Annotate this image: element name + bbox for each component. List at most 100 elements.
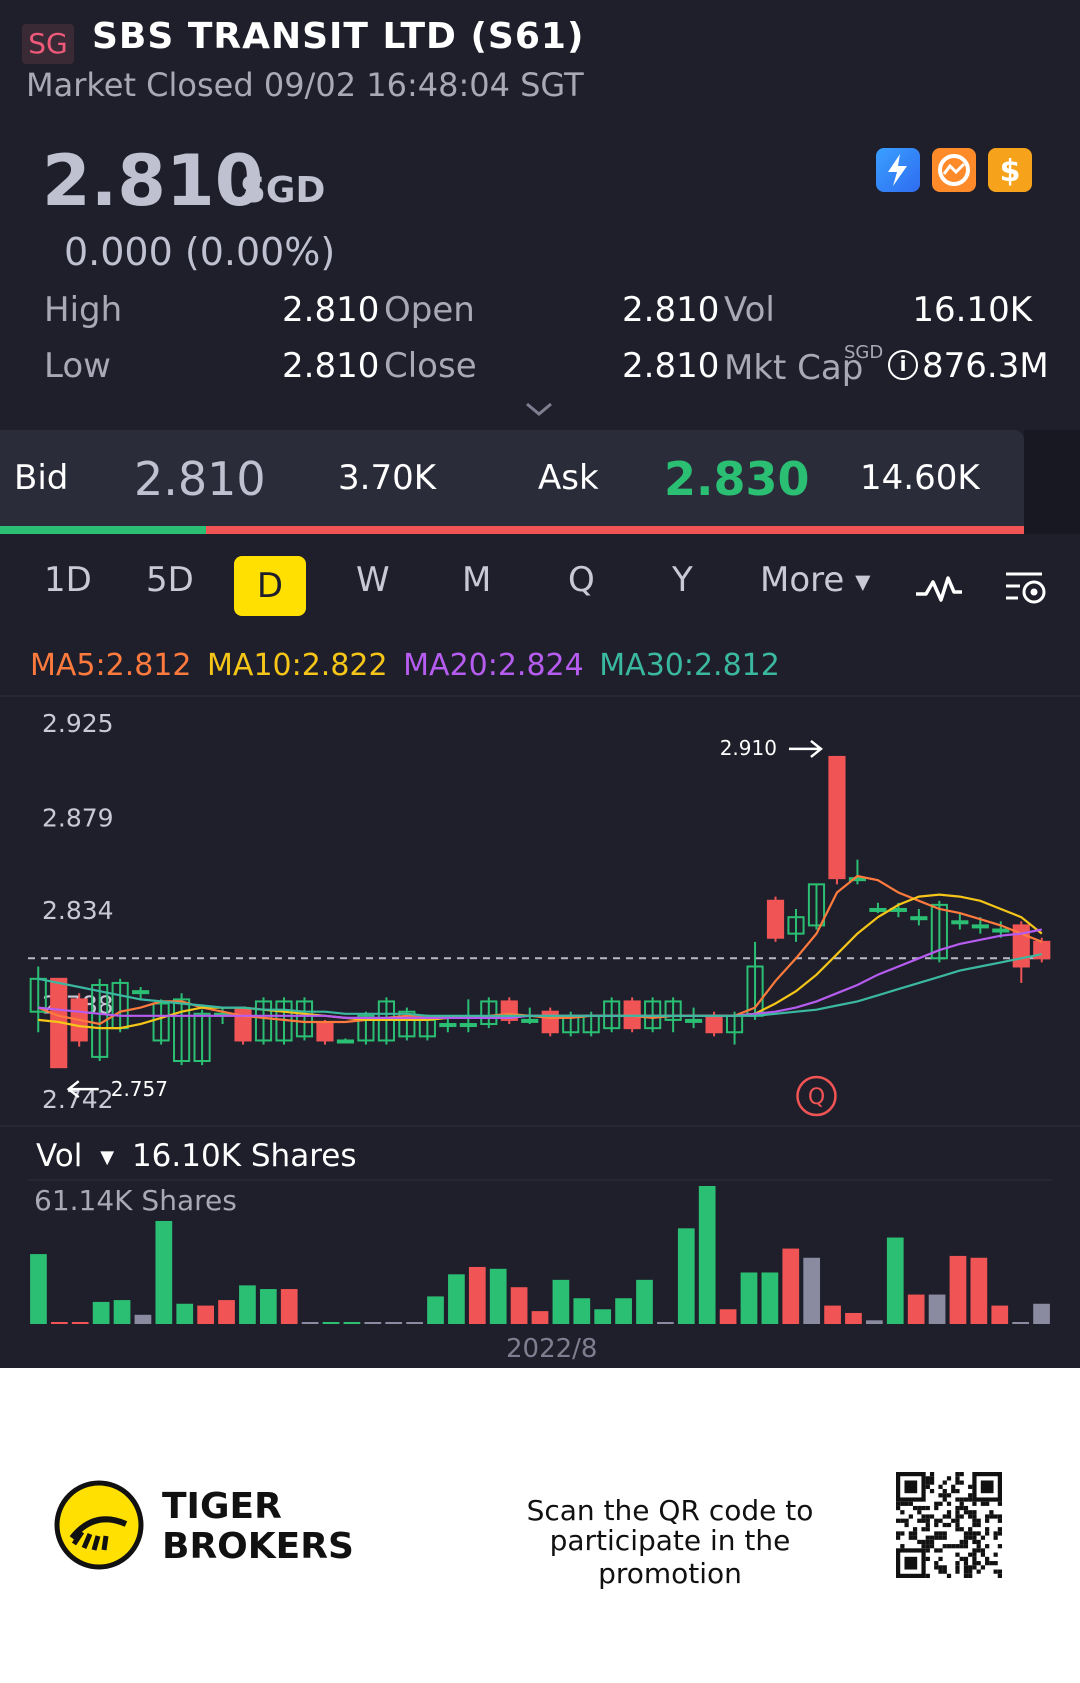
ma20-label: MA20:2.824 xyxy=(403,648,584,683)
qr-module xyxy=(972,1565,977,1570)
vol-label: Vol xyxy=(724,290,775,330)
qr-code[interactable] xyxy=(896,1472,1002,1578)
volume-bar xyxy=(928,1294,946,1324)
qr-module xyxy=(908,1535,913,1540)
qr-module xyxy=(955,1510,960,1515)
qr-module xyxy=(980,1535,986,1540)
candlestick-chart[interactable]: 2.9252.8792.8342.7882.7422.9102.757Q xyxy=(0,690,1080,1130)
qr-module xyxy=(942,1535,947,1540)
qr-module xyxy=(976,1561,981,1566)
qr-module xyxy=(951,1518,956,1523)
expand-chevron-icon[interactable] xyxy=(524,400,554,424)
tab-y[interactable]: Y xyxy=(672,560,693,600)
volume-selector[interactable]: Vol ▼ 16.10K Shares xyxy=(36,1138,357,1174)
qr-module xyxy=(925,1527,930,1532)
more-menu[interactable]: More ▼ xyxy=(760,560,871,600)
qr-module xyxy=(959,1544,964,1549)
qr-module xyxy=(985,1501,990,1506)
line-indicator-icon[interactable] xyxy=(914,570,964,610)
qr-module xyxy=(955,1514,960,1519)
qr-module xyxy=(917,1505,922,1511)
qr-module xyxy=(993,1535,998,1540)
qr-module xyxy=(929,1539,935,1545)
qr-module xyxy=(934,1505,939,1511)
qr-module xyxy=(963,1531,969,1536)
tab-5d[interactable]: 5D xyxy=(146,560,194,600)
qr-module xyxy=(955,1497,960,1502)
chart-settings-icon[interactable] xyxy=(1004,568,1048,614)
high-value: 2.810 xyxy=(282,290,380,330)
qr-module xyxy=(946,1522,952,1528)
y-tick-label: 2.879 xyxy=(42,804,114,833)
bid-size: 3.70K xyxy=(338,458,436,498)
qr-module xyxy=(925,1514,930,1519)
qr-module xyxy=(946,1573,952,1578)
high-label: High xyxy=(44,290,123,330)
candle xyxy=(685,1018,703,1023)
candle xyxy=(951,920,969,925)
volume-bar xyxy=(155,1220,173,1324)
dollar-icon[interactable]: $ xyxy=(988,148,1032,192)
volume-bar xyxy=(385,1322,403,1324)
tab-d[interactable]: D xyxy=(234,556,306,616)
qr-module xyxy=(959,1527,964,1532)
qr-module xyxy=(951,1544,956,1549)
tab-m[interactable]: M xyxy=(462,560,491,600)
qr-module xyxy=(985,1531,990,1536)
open-label: Open xyxy=(384,290,475,330)
lightning-icon[interactable] xyxy=(876,148,920,192)
qr-module xyxy=(921,1539,926,1545)
qr-module xyxy=(925,1535,930,1540)
qr-module xyxy=(972,1552,977,1557)
tab-w[interactable]: W xyxy=(356,560,390,600)
qr-module xyxy=(938,1518,943,1523)
qr-module xyxy=(963,1535,969,1540)
qr-module xyxy=(938,1556,943,1562)
volume-bar xyxy=(573,1298,591,1324)
qr-module xyxy=(989,1514,994,1519)
qr-module xyxy=(959,1556,964,1562)
bid-label: Bid xyxy=(14,458,69,498)
qr-module xyxy=(972,1501,977,1506)
tab-1d[interactable]: 1D xyxy=(44,560,92,600)
qr-module xyxy=(934,1531,939,1536)
x-axis-date-label: 2022/8 xyxy=(506,1334,598,1364)
qr-module xyxy=(896,1535,901,1540)
promo-text-line2: participate in the promotion xyxy=(549,1524,791,1590)
qr-module xyxy=(980,1552,986,1557)
qr-module xyxy=(934,1535,939,1540)
qr-module xyxy=(963,1573,969,1578)
qr-finder-core xyxy=(904,1480,918,1494)
qr-module xyxy=(934,1565,939,1570)
candle xyxy=(336,1039,355,1044)
volume-bar xyxy=(824,1305,841,1324)
volume-chart[interactable] xyxy=(0,1176,1080,1336)
volume-bar xyxy=(239,1285,256,1324)
volume-bar xyxy=(510,1287,528,1324)
volume-bar xyxy=(740,1272,758,1324)
qr-module xyxy=(904,1518,909,1523)
qr-module xyxy=(925,1476,930,1481)
qr-module xyxy=(946,1514,952,1519)
qr-module xyxy=(955,1488,960,1494)
tab-q[interactable]: Q xyxy=(568,560,595,600)
volume-bar xyxy=(176,1303,194,1324)
candle xyxy=(828,755,846,880)
info-icon[interactable]: i xyxy=(888,350,918,380)
qr-module xyxy=(955,1561,960,1566)
volume-label: Vol xyxy=(36,1138,83,1174)
qr-module xyxy=(968,1493,973,1498)
qr-module xyxy=(942,1569,947,1574)
chart-badge-icon[interactable] xyxy=(932,148,976,192)
qr-module xyxy=(959,1539,964,1545)
qr-module xyxy=(968,1531,973,1536)
qr-module xyxy=(972,1539,977,1545)
tiger-logo xyxy=(54,1480,144,1574)
volume-bar xyxy=(970,1257,988,1324)
volume-bar xyxy=(468,1266,486,1324)
qr-module xyxy=(976,1539,981,1545)
qr-module xyxy=(946,1501,952,1506)
volume-bar xyxy=(866,1320,883,1324)
qr-module xyxy=(993,1531,998,1536)
volume-bar xyxy=(594,1309,612,1324)
